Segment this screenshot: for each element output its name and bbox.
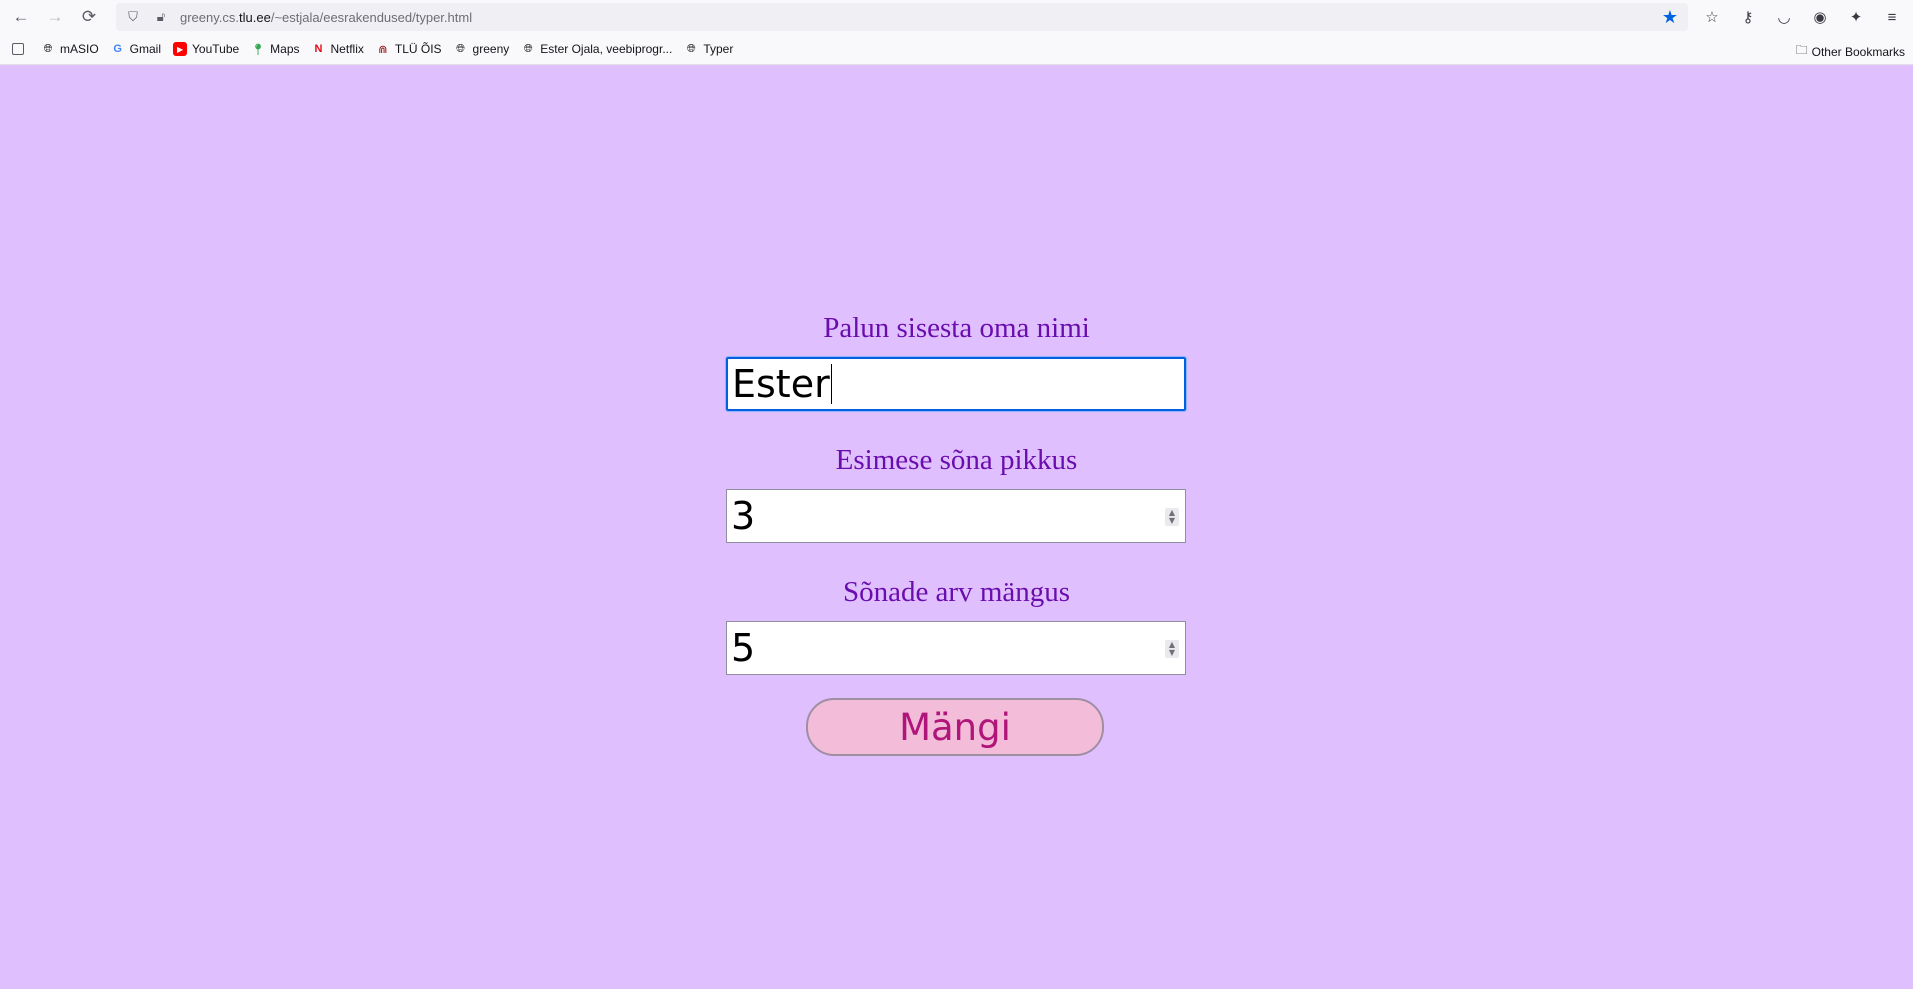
bookmark-label: Netflix [330,42,364,56]
word-length-input[interactable]: 3 ▲ ▼ [726,489,1186,543]
bookmark-label: TLÜ ÕIS [394,42,442,56]
bookmark-masio[interactable]: 🌐︎ mASIO [41,42,99,56]
word-count-input[interactable]: 5 ▲ ▼ [726,621,1186,675]
globe-icon: 🌐︎ [523,42,533,55]
toolbar-right-icons: ☆ ⚷ ◡ ◉ ✦ ≡ [1699,4,1905,30]
bookmark-youtube[interactable]: ▶ YouTube [173,42,239,56]
word-length-value: 3 [731,494,756,538]
text-caret [830,364,832,404]
shield-icon[interactable]: ⛉ [122,6,144,28]
name-label: Palun sisesta oma nimi [823,312,1090,344]
bookmark-label: Gmail [129,42,162,56]
other-bookmarks-label: Other Bookmarks [1811,44,1905,59]
number-spinner-icon[interactable]: ▲ ▼ [1165,640,1179,658]
google-icon: G [113,43,122,55]
bookmark-maps[interactable]: 📍︎ Maps [251,42,299,56]
folder-icon: 🗀 [1795,43,1808,57]
tlu-icon: ⋒ [378,43,388,56]
url-text[interactable]: greeny.cs.tlu.ee/~estjala/eesrakendused/… [180,10,472,25]
bookmark-tlu-ois[interactable]: ⋒ TLÜ ÕIS [376,42,442,56]
account-icon[interactable]: ◉ [1807,4,1833,30]
name-input[interactable]: Ester [725,356,1187,412]
url-host: tlu.ee [239,9,271,25]
address-bar[interactable]: ⛉ 🔓︎ greeny.cs.tlu.ee/~estjala/eesrakend… [116,3,1688,31]
bookmark-greeny[interactable]: 🌐︎ greeny [454,42,510,56]
passwords-key-icon[interactable]: ⚷ [1735,4,1761,30]
maps-pin-icon: 📍︎ [251,43,266,56]
bookmark-label: Maps [270,42,300,56]
word-length-label: Esimese sõna pikkus [835,444,1078,476]
globe-icon: 🌐︎ [43,42,53,55]
reload-icon[interactable]: ⟳ [76,4,102,30]
save-to-library-icon[interactable]: ☆ [1699,4,1725,30]
other-bookmarks[interactable]: 🗀 Other Bookmarks [1796,41,1905,62]
word-count-label: Sõnade arv mängus [842,576,1071,608]
menu-icon[interactable]: ≡ [1879,4,1905,30]
play-button[interactable]: Mängi [806,698,1104,756]
number-spinner-icon[interactable]: ▲ ▼ [1165,508,1179,526]
bookmarks-bar: 🌐︎ mASIO G Gmail ▶ YouTube 📍︎ Maps N Netflix … [0,34,1913,65]
youtube-icon: ▶ [173,42,188,56]
bookmark-label: mASIO [60,42,99,56]
bookmark-label: greeny [472,42,510,56]
insecure-lock-icon[interactable]: 🔓︎ [150,6,172,28]
name-input-value: Ester [732,362,830,406]
back-icon[interactable]: ← [8,4,34,30]
word-count-value: 5 [731,626,756,670]
forward-icon[interactable]: → [42,4,68,30]
bookmarks-sidebar-icon[interactable] [12,43,29,55]
pocket-icon[interactable]: ◡ [1771,4,1797,30]
bookmark-gmail[interactable]: G Gmail [111,42,161,56]
bookmark-label: YouTube [192,42,240,56]
bookmark-label: Typer [703,42,734,56]
globe-icon: 🌐︎ [686,42,696,55]
netflix-icon: N [314,43,323,55]
extensions-icon[interactable]: ✦ [1843,4,1869,30]
browser-toolbar: ← → ⟳ ⛉ 🔓︎ greeny.cs.tlu.ee/~estjala/ees… [0,0,1913,34]
url-prefix: greeny.cs. [180,9,240,25]
bookmark-label: Ester Ojala, veebiprogr... [540,42,673,56]
bookmark-typer[interactable]: 🌐︎ Typer [684,42,733,56]
bookmark-netflix[interactable]: N Netflix [312,42,364,56]
globe-icon: 🌐︎ [456,42,465,55]
bookmark-ester-ojala[interactable]: 🌐︎ Ester Ojala, veebiprogr... [521,42,672,56]
bookmark-star-icon[interactable]: ★ [1662,7,1678,28]
url-path: /~estjala/eesrakendused/typer.html [270,9,473,25]
